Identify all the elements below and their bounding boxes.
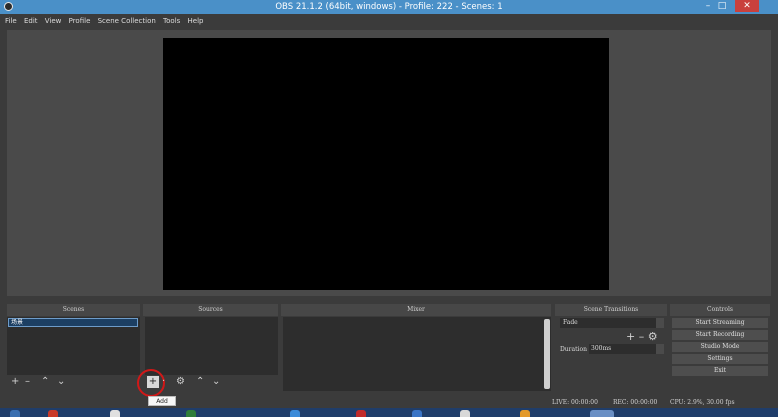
menu-edit[interactable]: Edit	[24, 14, 38, 28]
menu-scene-collection[interactable]: Scene Collection	[98, 14, 156, 28]
add-transition-icon[interactable]: +	[626, 330, 635, 343]
gear-icon[interactable]: ⚙	[176, 376, 185, 387]
start-recording-button[interactable]: Start Recording	[672, 330, 768, 340]
status-cpu: CPU: 2.9%, 30.00 fps	[670, 399, 735, 406]
remove-source-icon[interactable]: ·	[162, 376, 165, 387]
start-streaming-button[interactable]: Start Streaming	[672, 318, 768, 328]
move-scene-down-icon[interactable]: ⌄	[57, 376, 65, 387]
add-tooltip: Add	[148, 396, 176, 406]
sources-header: Sources	[143, 304, 278, 316]
duration-spinner-icon[interactable]	[656, 344, 664, 354]
taskbar-app-icon[interactable]	[412, 410, 422, 417]
remove-transition-icon[interactable]: –	[639, 330, 645, 343]
preview-canvas[interactable]	[163, 38, 609, 290]
transition-select[interactable]: Fade	[560, 318, 664, 328]
studio-mode-button[interactable]: Studio Mode	[672, 342, 768, 352]
menu-view[interactable]: View	[45, 14, 62, 28]
mixer-header: Mixer	[281, 304, 551, 316]
chevron-down-icon[interactable]	[656, 318, 664, 328]
menu-profile[interactable]: Profile	[69, 14, 91, 28]
transitions-header: Scene Transitions	[555, 304, 667, 316]
move-scene-up-icon[interactable]: ⌃	[41, 376, 49, 387]
taskbar-app-icon[interactable]	[590, 410, 614, 417]
maximize-icon[interactable]: □	[715, 0, 729, 12]
taskbar-app-icon[interactable]	[10, 410, 20, 417]
duration-input[interactable]: 300ms	[589, 344, 664, 354]
status-rec: REC: 00:00:00	[613, 399, 658, 406]
exit-button[interactable]: Exit	[672, 366, 768, 376]
transition-select-value: Fade	[563, 319, 578, 326]
minimize-icon[interactable]: –	[701, 0, 715, 12]
close-icon[interactable]: ✕	[735, 0, 759, 12]
taskbar-app-icon[interactable]	[460, 410, 470, 417]
taskbar-app-icon[interactable]	[48, 410, 58, 417]
taskbar-app-icon[interactable]	[186, 410, 196, 417]
remove-scene-icon[interactable]: –	[25, 376, 30, 387]
add-source-icon[interactable]: +	[147, 376, 159, 388]
add-scene-icon[interactable]: +	[11, 376, 19, 387]
status-live: LIVE: 00:00:00	[552, 399, 598, 406]
scene-item[interactable]: 场景	[8, 318, 138, 327]
move-source-up-icon[interactable]: ⌃	[196, 376, 204, 387]
scenes-header: Scenes	[7, 304, 140, 316]
title-bar: OBS 21.1.2 (64bit, windows) - Profile: 2…	[0, 0, 778, 14]
taskbar-app-icon[interactable]	[290, 410, 300, 417]
duration-label: Duration	[560, 346, 587, 353]
menu-bar: File Edit View Profile Scene Collection …	[0, 14, 778, 28]
mixer-panel	[283, 317, 551, 391]
menu-help[interactable]: Help	[188, 14, 204, 28]
window-title: OBS 21.1.2 (64bit, windows) - Profile: 2…	[275, 2, 503, 12]
taskbar-app-icon[interactable]	[356, 410, 366, 417]
duration-value: 300ms	[591, 345, 612, 352]
mixer-scrollbar[interactable]	[544, 319, 550, 389]
settings-button[interactable]: Settings	[672, 354, 768, 364]
menu-tools[interactable]: Tools	[163, 14, 180, 28]
taskbar-app-icon[interactable]	[520, 410, 530, 417]
taskbar-app-icon[interactable]	[110, 410, 120, 417]
controls-header: Controls	[670, 304, 770, 316]
move-source-down-icon[interactable]: ⌄	[212, 376, 220, 387]
transition-settings-icon[interactable]: ⚙	[648, 330, 658, 343]
menu-file[interactable]: File	[5, 14, 17, 28]
sources-list[interactable]	[145, 317, 278, 375]
transition-toolbar: + – ⚙	[626, 331, 658, 342]
